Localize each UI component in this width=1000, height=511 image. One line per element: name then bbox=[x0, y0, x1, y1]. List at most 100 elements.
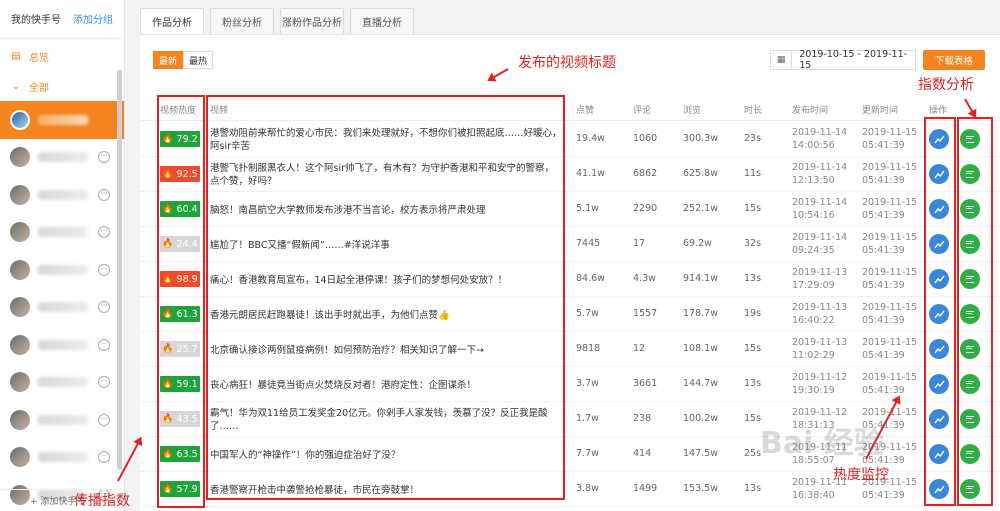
views-value: 178.7w bbox=[683, 308, 718, 319]
account-item[interactable]: ··· bbox=[0, 401, 124, 439]
update-time: 2019-11-1505:41:39 bbox=[862, 197, 918, 221]
comments-value: 1557 bbox=[633, 308, 658, 319]
avatar bbox=[10, 184, 30, 205]
account-item[interactable] bbox=[0, 101, 124, 139]
account-item[interactable]: ··· bbox=[0, 439, 124, 477]
sidebar-item-overview[interactable]: ▤ 总览 bbox=[0, 41, 124, 71]
likes-value: 1.7w bbox=[576, 413, 599, 424]
comments-value: 1499 bbox=[633, 483, 658, 494]
account-item[interactable]: ··· bbox=[0, 364, 124, 402]
more-icon[interactable]: ··· bbox=[98, 451, 110, 464]
duration-value: 19s bbox=[744, 308, 762, 319]
annotation-spread: 传播指数 bbox=[74, 493, 130, 509]
more-icon[interactable]: ··· bbox=[98, 188, 110, 201]
tab-bar: 作品分析 粉丝分析 涨粉作品分析 直播分析 bbox=[140, 8, 1000, 34]
comments-value: 2290 bbox=[633, 203, 658, 214]
sidebar-item-all[interactable]: ⌄ 全部 bbox=[0, 71, 124, 101]
account-item[interactable]: ··· bbox=[0, 289, 124, 327]
column-header: 发布时间 bbox=[792, 106, 829, 116]
sort-hot-button[interactable]: 最热 bbox=[183, 51, 213, 69]
avatar bbox=[10, 409, 30, 430]
title-column-highlight bbox=[206, 95, 565, 500]
views-value: 300.3w bbox=[683, 133, 718, 144]
column-header: 更新时间 bbox=[862, 106, 899, 116]
comments-value: 1060 bbox=[633, 133, 658, 144]
add-group-link[interactable]: 添加分组 bbox=[73, 11, 113, 26]
likes-value: 5.1w bbox=[576, 203, 599, 214]
likes-value: 7445 bbox=[576, 238, 601, 249]
likes-value: 3.8w bbox=[576, 483, 599, 494]
sort-toggle: 最新 最热 bbox=[153, 51, 213, 69]
duration-value: 13s bbox=[744, 483, 762, 494]
avatar bbox=[10, 259, 30, 280]
download-button[interactable]: 下载表格 bbox=[923, 50, 985, 70]
update-time: 2019-11-1505:41:39 bbox=[862, 337, 918, 361]
comments-value: 6862 bbox=[633, 168, 658, 179]
views-value: 625.8w bbox=[683, 168, 718, 179]
tab-growth-works[interactable]: 涨粉作品分析 bbox=[280, 8, 344, 34]
more-icon[interactable]: ··· bbox=[98, 301, 110, 314]
more-icon[interactable]: ··· bbox=[98, 413, 110, 426]
account-item[interactable]: ··· bbox=[0, 326, 124, 364]
comments-value: 17 bbox=[633, 238, 646, 249]
tab-works[interactable]: 作品分析 bbox=[140, 8, 204, 34]
views-value: 100.2w bbox=[683, 413, 718, 424]
update-time: 2019-11-1505:41:39 bbox=[862, 267, 918, 291]
views-value: 153.5w bbox=[683, 483, 718, 494]
account-name-blurred bbox=[38, 414, 88, 425]
account-name-blurred bbox=[38, 302, 88, 313]
chevron-down-icon: ⌄ bbox=[11, 80, 21, 92]
update-time: 2019-11-1505:41:39 bbox=[862, 127, 918, 151]
more-icon[interactable]: ··· bbox=[98, 151, 110, 164]
account-name-blurred bbox=[38, 152, 88, 163]
account-item[interactable]: ··· bbox=[0, 139, 124, 177]
account-name-blurred bbox=[38, 189, 88, 200]
sidebar-header: 我的快手号 添加分组 bbox=[0, 0, 124, 36]
account-item[interactable]: ··· bbox=[0, 176, 124, 214]
more-icon[interactable]: ··· bbox=[98, 263, 110, 276]
duration-value: 15s bbox=[744, 203, 762, 214]
watermark: Bai 经验 bbox=[760, 426, 884, 461]
tab-live[interactable]: 直播分析 bbox=[350, 8, 414, 34]
sidebar-scrollbar[interactable] bbox=[117, 70, 122, 470]
likes-value: 3.7w bbox=[576, 378, 599, 389]
account-name-blurred bbox=[38, 452, 88, 463]
views-value: 147.5w bbox=[683, 448, 718, 459]
duration-value: 15s bbox=[744, 343, 762, 354]
views-value: 252.1w bbox=[683, 203, 718, 214]
account-name-blurred bbox=[38, 377, 88, 388]
more-icon[interactable]: ··· bbox=[98, 376, 110, 389]
more-icon[interactable]: ··· bbox=[98, 226, 110, 239]
duration-value: 13s bbox=[744, 273, 762, 284]
account-item[interactable]: ··· bbox=[0, 251, 124, 289]
update-time: 2019-11-1505:41:39 bbox=[862, 372, 918, 396]
more-icon[interactable]: ··· bbox=[98, 338, 110, 351]
account-name-blurred bbox=[38, 339, 88, 350]
date-range-value: 2019-10-15 - 2019-11-15 bbox=[799, 49, 908, 71]
update-time: 2019-11-1505:41:39 bbox=[862, 162, 918, 186]
likes-value: 84.6w bbox=[576, 273, 605, 284]
annotation-monitor: 热度监控 bbox=[833, 467, 889, 483]
likes-value: 41.1w bbox=[576, 168, 605, 179]
duration-value: 23s bbox=[744, 133, 762, 144]
sidebar-title: 我的快手号 bbox=[11, 14, 61, 26]
account-item[interactable]: ··· bbox=[0, 214, 124, 252]
likes-value: 7.7w bbox=[576, 448, 599, 459]
views-value: 69.2w bbox=[683, 238, 712, 249]
sidebar: 我的快手号 添加分组 ▤ 总览 ⌄ 全部 ··· ··· ··· ··· ···… bbox=[0, 0, 125, 511]
publish-time: 2019-11-14 14:00:56 bbox=[792, 127, 848, 151]
index-column-highlight bbox=[957, 117, 993, 506]
column-header: 操作 bbox=[929, 106, 948, 116]
tab-fans[interactable]: 粉丝分析 bbox=[210, 8, 274, 34]
sort-latest-button[interactable]: 最新 bbox=[153, 51, 183, 69]
comments-value: 12 bbox=[633, 343, 646, 354]
monitor-column-highlight bbox=[924, 117, 956, 506]
avatar bbox=[10, 447, 30, 468]
annotation-index: 指数分析 bbox=[918, 77, 974, 93]
account-name-blurred bbox=[38, 264, 88, 275]
date-range-picker[interactable]: ▦ 2019-10-15 - 2019-11-15 bbox=[770, 49, 916, 71]
account-name-blurred bbox=[38, 114, 88, 125]
column-header: 点赞 bbox=[576, 106, 595, 116]
publish-time: 2019-11-13 17:29:09 bbox=[792, 267, 848, 291]
update-time: 2019-11-1505:41:39 bbox=[862, 232, 918, 256]
